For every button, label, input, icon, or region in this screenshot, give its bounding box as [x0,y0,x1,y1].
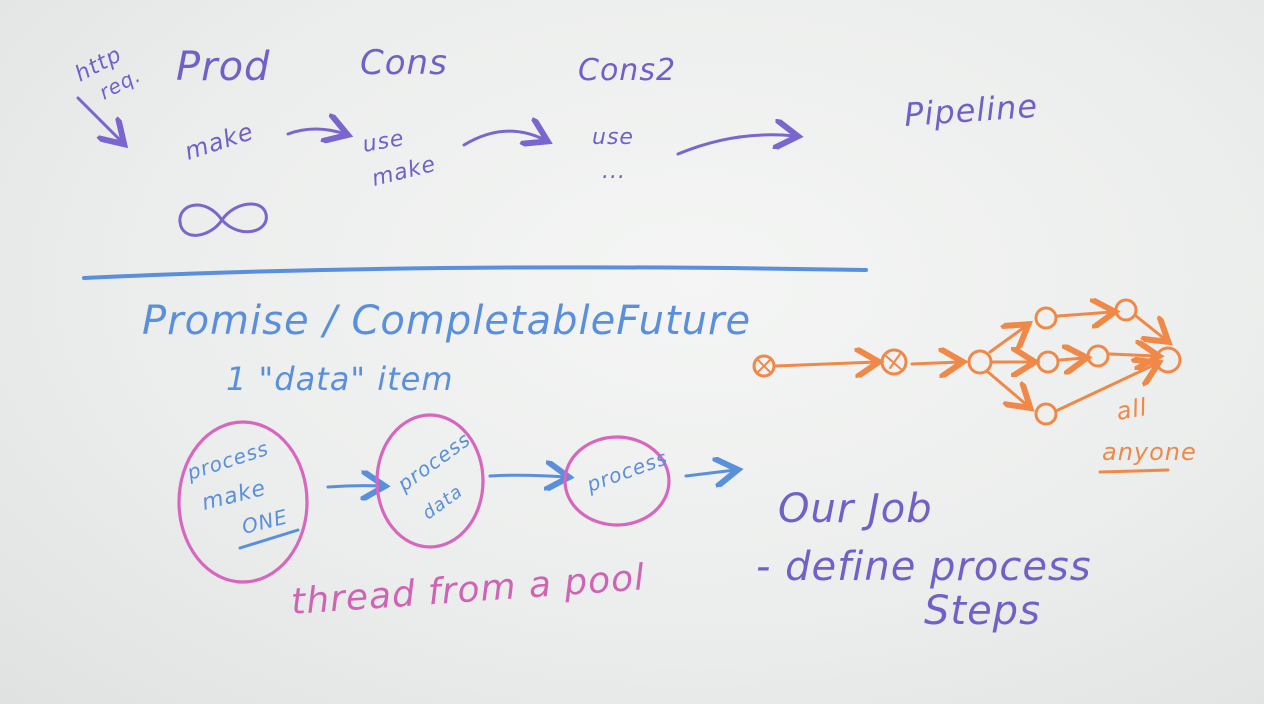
graph-edge-5b [1108,354,1156,356]
graph-note-all: all [1114,393,1149,426]
bottom-section: Promise / CompletableFuture 1 "data" ite… [142,298,1197,634]
prod-to-cons-arrow [286,129,345,134]
graph-edge-5a [1134,314,1166,340]
infinity-icon [178,202,268,237]
graph-node-3 [967,349,993,375]
steps-label: Steps [924,588,1041,634]
graph-node-2-fill-icon [885,353,903,371]
cons2-use: use [592,125,634,150]
process-3-out-arrow [684,470,735,476]
graph-node-4a [1034,306,1058,330]
anyone-underline [1098,468,1170,474]
graph-edge-2 [910,362,960,364]
cons2-heading: Cons2 [578,53,676,88]
process-2-line-2: data [419,481,467,524]
data-item-label: 1 "data" item [226,360,454,398]
process-1-to-2-arrow [326,486,382,487]
graph-edge-1 [774,362,876,366]
cons-use: use [361,126,407,158]
graph-edge-4a [1056,312,1112,316]
thread-pool-note: thread from a pool [290,557,647,623]
cons2-ellipsis: ... [602,159,626,184]
process-2-line-1: process [392,427,475,497]
whiteboard: http req. Prod Cons Cons2 Pipeline make … [71,42,1197,634]
graph-node-5b [1086,344,1110,368]
graph-edge-4b [1058,358,1084,360]
cons-make: make [369,152,438,192]
process-1-line-2: make [199,476,268,516]
graph-edge-3a [988,326,1026,354]
define-process-label: - define process [756,544,1092,590]
graph-node-4b [1036,350,1060,374]
graph-node-4c [1034,402,1058,426]
promise-heading: Promise / CompletableFuture [142,298,751,344]
prod-make: make [181,117,257,165]
top-section: http req. Prod Cons Cons2 Pipeline make … [71,42,1039,237]
cons2-to-pipeline-arrow [676,135,795,156]
graph-note-anyone: anyone [1102,438,1197,466]
graph-node-end [1154,346,1182,374]
section-divider [82,265,868,280]
dependency-graph: all anyone [752,298,1197,474]
graph-node-5a [1114,298,1138,322]
graph-node-start-x-icon [757,359,771,373]
cons-to-cons2-arrow [462,131,545,145]
process-2-to-3-arrow [488,475,566,477]
pipeline-label: Pipeline [903,87,1039,134]
http-request-arrow [76,96,122,142]
cons-heading: Cons [360,43,448,83]
process-circle-2 [375,413,485,549]
prod-heading: Prod [176,44,270,90]
our-job-label: Our Job [778,486,933,532]
process-3-line-1: process [583,445,671,497]
graph-edge-3c [986,370,1028,406]
